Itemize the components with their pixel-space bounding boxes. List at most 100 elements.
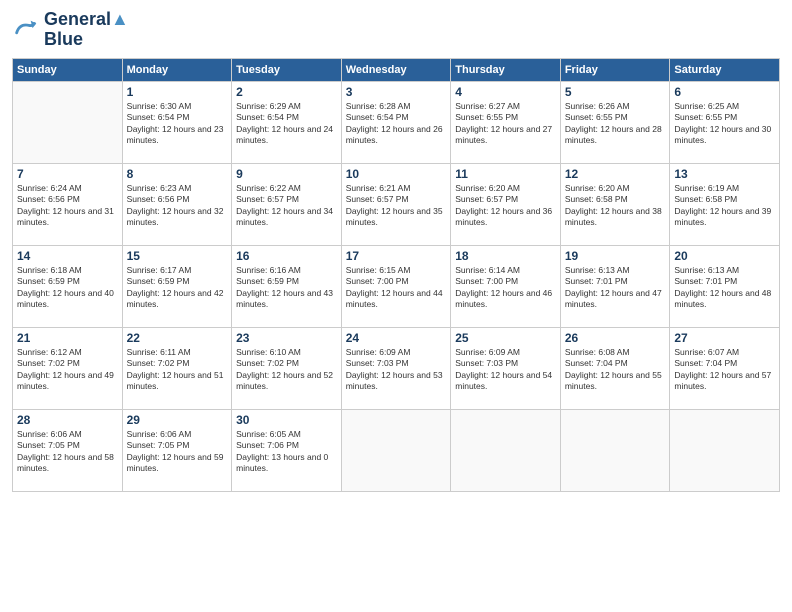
calendar-week-row: 7 Sunrise: 6:24 AM Sunset: 6:56 PM Dayli… — [13, 163, 780, 245]
calendar-day-cell: 29 Sunrise: 6:06 AM Sunset: 7:05 PM Dayl… — [122, 409, 232, 491]
calendar-week-row: 21 Sunrise: 6:12 AM Sunset: 7:02 PM Dayl… — [13, 327, 780, 409]
day-number: 10 — [346, 167, 447, 181]
day-number: 1 — [127, 85, 228, 99]
calendar-day-cell: 10 Sunrise: 6:21 AM Sunset: 6:57 PM Dayl… — [341, 163, 451, 245]
day-info: Sunrise: 6:22 AM Sunset: 6:57 PM Dayligh… — [236, 183, 337, 229]
day-info: Sunrise: 6:13 AM Sunset: 7:01 PM Dayligh… — [565, 265, 666, 311]
day-info: Sunrise: 6:14 AM Sunset: 7:00 PM Dayligh… — [455, 265, 556, 311]
day-number: 2 — [236, 85, 337, 99]
calendar-day-cell: 1 Sunrise: 6:30 AM Sunset: 6:54 PM Dayli… — [122, 81, 232, 163]
weekday-header: Sunday — [13, 58, 123, 81]
calendar-day-cell: 12 Sunrise: 6:20 AM Sunset: 6:58 PM Dayl… — [560, 163, 670, 245]
day-info: Sunrise: 6:20 AM Sunset: 6:57 PM Dayligh… — [455, 183, 556, 229]
day-number: 17 — [346, 249, 447, 263]
calendar-day-cell: 24 Sunrise: 6:09 AM Sunset: 7:03 PM Dayl… — [341, 327, 451, 409]
day-number: 6 — [674, 85, 775, 99]
day-info: Sunrise: 6:09 AM Sunset: 7:03 PM Dayligh… — [346, 347, 447, 393]
calendar-day-cell: 5 Sunrise: 6:26 AM Sunset: 6:55 PM Dayli… — [560, 81, 670, 163]
logo-icon — [12, 16, 40, 44]
day-number: 28 — [17, 413, 118, 427]
day-info: Sunrise: 6:30 AM Sunset: 6:54 PM Dayligh… — [127, 101, 228, 147]
day-number: 29 — [127, 413, 228, 427]
calendar-day-cell: 28 Sunrise: 6:06 AM Sunset: 7:05 PM Dayl… — [13, 409, 123, 491]
day-number: 3 — [346, 85, 447, 99]
day-info: Sunrise: 6:11 AM Sunset: 7:02 PM Dayligh… — [127, 347, 228, 393]
day-info: Sunrise: 6:27 AM Sunset: 6:55 PM Dayligh… — [455, 101, 556, 147]
calendar-day-cell — [560, 409, 670, 491]
day-info: Sunrise: 6:17 AM Sunset: 6:59 PM Dayligh… — [127, 265, 228, 311]
day-number: 25 — [455, 331, 556, 345]
logo: General▲ Blue — [12, 10, 129, 50]
calendar-week-row: 28 Sunrise: 6:06 AM Sunset: 7:05 PM Dayl… — [13, 409, 780, 491]
day-info: Sunrise: 6:08 AM Sunset: 7:04 PM Dayligh… — [565, 347, 666, 393]
calendar-header-row: SundayMondayTuesdayWednesdayThursdayFrid… — [13, 58, 780, 81]
calendar-day-cell: 13 Sunrise: 6:19 AM Sunset: 6:58 PM Dayl… — [670, 163, 780, 245]
day-info: Sunrise: 6:05 AM Sunset: 7:06 PM Dayligh… — [236, 429, 337, 475]
day-number: 9 — [236, 167, 337, 181]
day-info: Sunrise: 6:06 AM Sunset: 7:05 PM Dayligh… — [17, 429, 118, 475]
day-info: Sunrise: 6:10 AM Sunset: 7:02 PM Dayligh… — [236, 347, 337, 393]
day-info: Sunrise: 6:09 AM Sunset: 7:03 PM Dayligh… — [455, 347, 556, 393]
day-number: 14 — [17, 249, 118, 263]
calendar-day-cell: 18 Sunrise: 6:14 AM Sunset: 7:00 PM Dayl… — [451, 245, 561, 327]
day-info: Sunrise: 6:18 AM Sunset: 6:59 PM Dayligh… — [17, 265, 118, 311]
calendar-week-row: 1 Sunrise: 6:30 AM Sunset: 6:54 PM Dayli… — [13, 81, 780, 163]
calendar-day-cell: 16 Sunrise: 6:16 AM Sunset: 6:59 PM Dayl… — [232, 245, 342, 327]
calendar-day-cell: 7 Sunrise: 6:24 AM Sunset: 6:56 PM Dayli… — [13, 163, 123, 245]
calendar-day-cell: 15 Sunrise: 6:17 AM Sunset: 6:59 PM Dayl… — [122, 245, 232, 327]
weekday-header: Saturday — [670, 58, 780, 81]
day-number: 21 — [17, 331, 118, 345]
day-info: Sunrise: 6:07 AM Sunset: 7:04 PM Dayligh… — [674, 347, 775, 393]
calendar-day-cell — [451, 409, 561, 491]
header: General▲ Blue — [12, 10, 780, 50]
calendar-day-cell: 30 Sunrise: 6:05 AM Sunset: 7:06 PM Dayl… — [232, 409, 342, 491]
day-number: 22 — [127, 331, 228, 345]
logo-text: General▲ Blue — [44, 10, 129, 50]
day-info: Sunrise: 6:24 AM Sunset: 6:56 PM Dayligh… — [17, 183, 118, 229]
calendar-day-cell: 26 Sunrise: 6:08 AM Sunset: 7:04 PM Dayl… — [560, 327, 670, 409]
day-number: 23 — [236, 331, 337, 345]
weekday-header: Friday — [560, 58, 670, 81]
day-number: 11 — [455, 167, 556, 181]
day-info: Sunrise: 6:23 AM Sunset: 6:56 PM Dayligh… — [127, 183, 228, 229]
calendar-day-cell: 21 Sunrise: 6:12 AM Sunset: 7:02 PM Dayl… — [13, 327, 123, 409]
day-number: 4 — [455, 85, 556, 99]
day-number: 20 — [674, 249, 775, 263]
day-number: 18 — [455, 249, 556, 263]
calendar-week-row: 14 Sunrise: 6:18 AM Sunset: 6:59 PM Dayl… — [13, 245, 780, 327]
calendar-day-cell: 23 Sunrise: 6:10 AM Sunset: 7:02 PM Dayl… — [232, 327, 342, 409]
day-number: 16 — [236, 249, 337, 263]
calendar-day-cell: 11 Sunrise: 6:20 AM Sunset: 6:57 PM Dayl… — [451, 163, 561, 245]
calendar-day-cell: 3 Sunrise: 6:28 AM Sunset: 6:54 PM Dayli… — [341, 81, 451, 163]
calendar-day-cell: 25 Sunrise: 6:09 AM Sunset: 7:03 PM Dayl… — [451, 327, 561, 409]
calendar-day-cell: 19 Sunrise: 6:13 AM Sunset: 7:01 PM Dayl… — [560, 245, 670, 327]
day-number: 19 — [565, 249, 666, 263]
day-number: 15 — [127, 249, 228, 263]
calendar-day-cell: 20 Sunrise: 6:13 AM Sunset: 7:01 PM Dayl… — [670, 245, 780, 327]
day-info: Sunrise: 6:12 AM Sunset: 7:02 PM Dayligh… — [17, 347, 118, 393]
day-info: Sunrise: 6:20 AM Sunset: 6:58 PM Dayligh… — [565, 183, 666, 229]
calendar-day-cell: 27 Sunrise: 6:07 AM Sunset: 7:04 PM Dayl… — [670, 327, 780, 409]
calendar-day-cell — [670, 409, 780, 491]
day-info: Sunrise: 6:19 AM Sunset: 6:58 PM Dayligh… — [674, 183, 775, 229]
calendar-day-cell: 9 Sunrise: 6:22 AM Sunset: 6:57 PM Dayli… — [232, 163, 342, 245]
day-number: 12 — [565, 167, 666, 181]
calendar-day-cell — [341, 409, 451, 491]
day-info: Sunrise: 6:13 AM Sunset: 7:01 PM Dayligh… — [674, 265, 775, 311]
calendar-day-cell: 4 Sunrise: 6:27 AM Sunset: 6:55 PM Dayli… — [451, 81, 561, 163]
day-info: Sunrise: 6:28 AM Sunset: 6:54 PM Dayligh… — [346, 101, 447, 147]
day-info: Sunrise: 6:16 AM Sunset: 6:59 PM Dayligh… — [236, 265, 337, 311]
calendar: SundayMondayTuesdayWednesdayThursdayFrid… — [12, 58, 780, 492]
day-number: 24 — [346, 331, 447, 345]
day-number: 5 — [565, 85, 666, 99]
day-info: Sunrise: 6:25 AM Sunset: 6:55 PM Dayligh… — [674, 101, 775, 147]
day-number: 7 — [17, 167, 118, 181]
day-info: Sunrise: 6:21 AM Sunset: 6:57 PM Dayligh… — [346, 183, 447, 229]
calendar-day-cell — [13, 81, 123, 163]
weekday-header: Thursday — [451, 58, 561, 81]
day-number: 30 — [236, 413, 337, 427]
day-info: Sunrise: 6:15 AM Sunset: 7:00 PM Dayligh… — [346, 265, 447, 311]
calendar-day-cell: 22 Sunrise: 6:11 AM Sunset: 7:02 PM Dayl… — [122, 327, 232, 409]
page-container: General▲ Blue SundayMondayTuesdayWednesd… — [0, 0, 792, 502]
calendar-day-cell: 17 Sunrise: 6:15 AM Sunset: 7:00 PM Dayl… — [341, 245, 451, 327]
